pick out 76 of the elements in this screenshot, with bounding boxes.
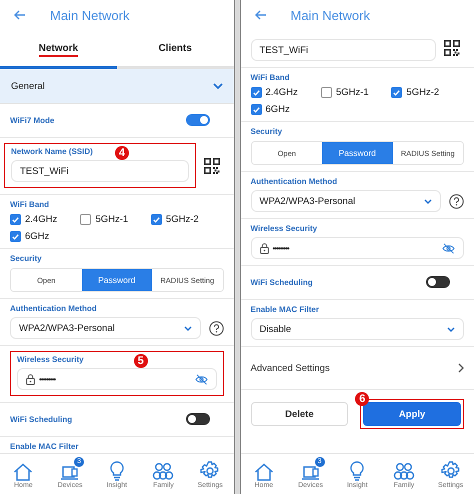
section-label: WiFi Band xyxy=(250,73,290,82)
password-value: ••••••••• xyxy=(39,374,57,384)
home-icon xyxy=(13,462,34,480)
settings-icon xyxy=(440,460,461,480)
screen-title: Main Network xyxy=(50,8,130,22)
toggle-switch[interactable] xyxy=(186,114,210,126)
field-label: Authentication Method xyxy=(10,304,97,313)
chevron-icon xyxy=(424,198,432,204)
checkbox-label: 5GHz-2 xyxy=(406,87,440,98)
password-value: ••••••••• xyxy=(272,244,290,252)
checkbox[interactable] xyxy=(250,87,262,98)
checkbox-label: 2.4GHz xyxy=(266,87,298,98)
toggle-switch[interactable] xyxy=(426,276,450,288)
checkbox[interactable] xyxy=(391,87,402,98)
screen-title: Main Network xyxy=(290,8,370,22)
checkbox[interactable] xyxy=(10,231,21,242)
segment-option[interactable]: Password xyxy=(322,142,392,164)
section-header[interactable]: General xyxy=(0,69,234,104)
family-icon xyxy=(392,462,415,480)
password-field[interactable]: ••••••••• xyxy=(250,237,464,259)
field-label: Wireless Security xyxy=(17,355,84,364)
apply-button[interactable]: Apply xyxy=(363,402,461,426)
settings-icon xyxy=(200,460,220,480)
chevron-icon xyxy=(184,326,192,330)
toggle-switch[interactable] xyxy=(186,413,210,425)
step-marker: 6 xyxy=(355,392,370,406)
hidden-eye-icon[interactable] xyxy=(442,242,455,254)
tab[interactable]: Clients xyxy=(116,30,234,69)
setting-label: WiFi Scheduling xyxy=(10,414,72,424)
checkbox-label: 6GHz xyxy=(266,104,290,115)
back-arrow-icon[interactable] xyxy=(254,9,266,21)
field-label: Authentication Method xyxy=(250,177,338,186)
checkbox[interactable] xyxy=(150,214,162,225)
chevron-right-icon xyxy=(458,363,464,373)
setting-label: Enable MAC Filter xyxy=(10,442,78,451)
checkbox-label: 5GHz-1 xyxy=(95,214,128,225)
checkbox-label: 2.4GHz xyxy=(25,214,58,225)
family-icon xyxy=(152,462,174,480)
delete-button[interactable]: Delete xyxy=(250,402,348,426)
help-icon[interactable] xyxy=(208,320,224,336)
field-label: Wireless Security xyxy=(250,224,318,233)
settings-link[interactable]: Advanced Settings xyxy=(240,347,474,390)
input-field[interactable]: TEST_WiFi xyxy=(250,39,436,61)
field-label: Network Name (SSID) xyxy=(11,147,93,156)
dropdown[interactable]: Disable xyxy=(250,318,464,340)
help-icon[interactable] xyxy=(449,194,464,208)
checkbox[interactable] xyxy=(250,104,262,115)
checkbox-label: 6GHz xyxy=(25,231,50,242)
lightbulb-icon xyxy=(108,460,125,480)
hidden-eye-icon[interactable] xyxy=(194,374,208,384)
back-arrow-icon[interactable] xyxy=(14,9,26,21)
qr-code-icon[interactable] xyxy=(204,158,220,174)
qr-code-icon[interactable] xyxy=(444,40,460,56)
checkbox[interactable] xyxy=(10,214,21,225)
password-field[interactable]: ••••••••• xyxy=(17,368,216,390)
segment-option[interactable]: Password xyxy=(82,269,152,291)
section-label: Security xyxy=(250,127,282,136)
setting-label: WiFi7 Mode xyxy=(10,116,54,124)
lock-icon xyxy=(260,242,268,254)
dropdown[interactable]: WPA2/WPA3-Personal xyxy=(250,190,441,212)
step-marker: 5 xyxy=(134,354,148,368)
setting-label: WiFi Scheduling xyxy=(250,278,313,286)
checkbox-label: 5GHz-2 xyxy=(166,214,199,225)
lightbulb-icon xyxy=(349,460,366,480)
section-label: Security xyxy=(10,254,42,263)
step-marker: 4 xyxy=(114,146,129,160)
field-label: Enable MAC Filter xyxy=(250,305,319,314)
checkbox[interactable] xyxy=(320,87,332,98)
input-field[interactable]: TEST_WiFi xyxy=(11,160,188,182)
chevron-icon xyxy=(447,326,455,332)
checkbox-label: 5GHz-1 xyxy=(336,87,369,98)
lock-icon xyxy=(26,374,35,384)
dropdown[interactable]: WPA2/WPA3-Personal xyxy=(10,317,200,339)
section-label: WiFi Band xyxy=(10,200,50,209)
checkbox[interactable] xyxy=(80,214,92,225)
home-icon xyxy=(254,462,274,480)
